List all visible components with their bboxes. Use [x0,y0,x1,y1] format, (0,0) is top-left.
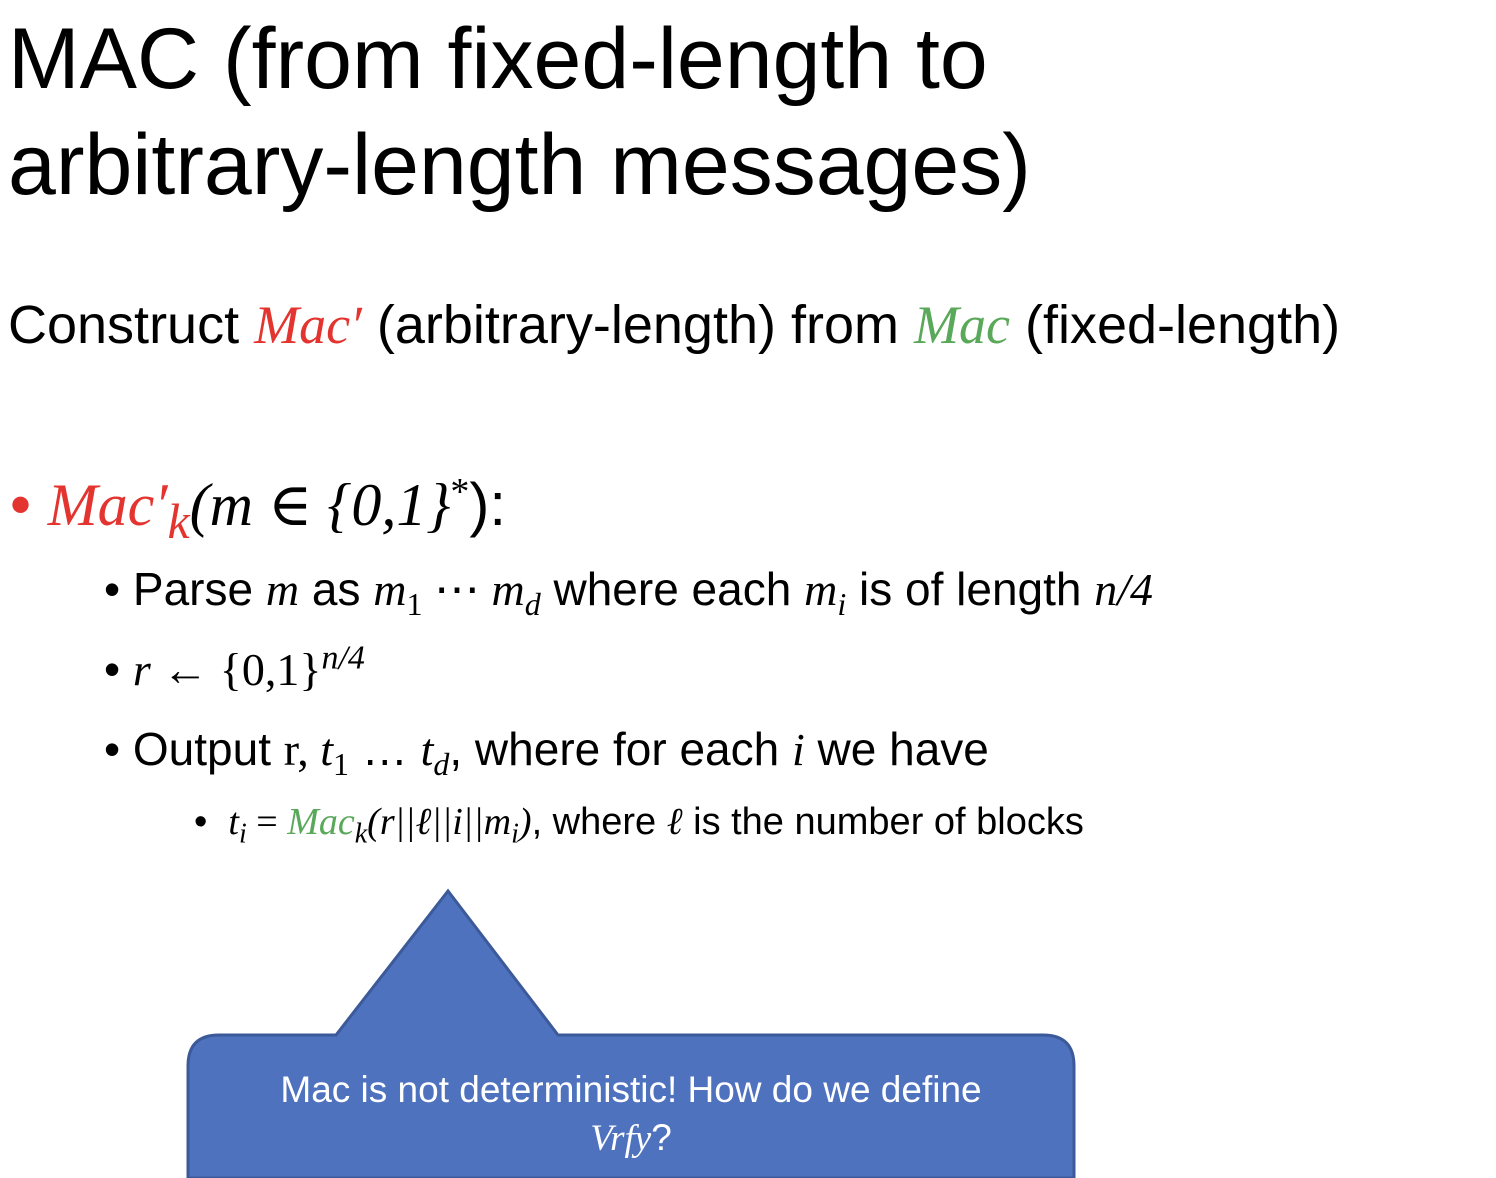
callout-question: Mac is not deterministic! How do we defi… [280,1069,982,1110]
question-mark: ? [651,1117,672,1158]
vrfy-symbol: Vrfy [590,1118,652,1159]
callout-text: Mac is not deterministic! How do we defi… [188,1066,1074,1163]
callout-shape [186,888,1076,1178]
